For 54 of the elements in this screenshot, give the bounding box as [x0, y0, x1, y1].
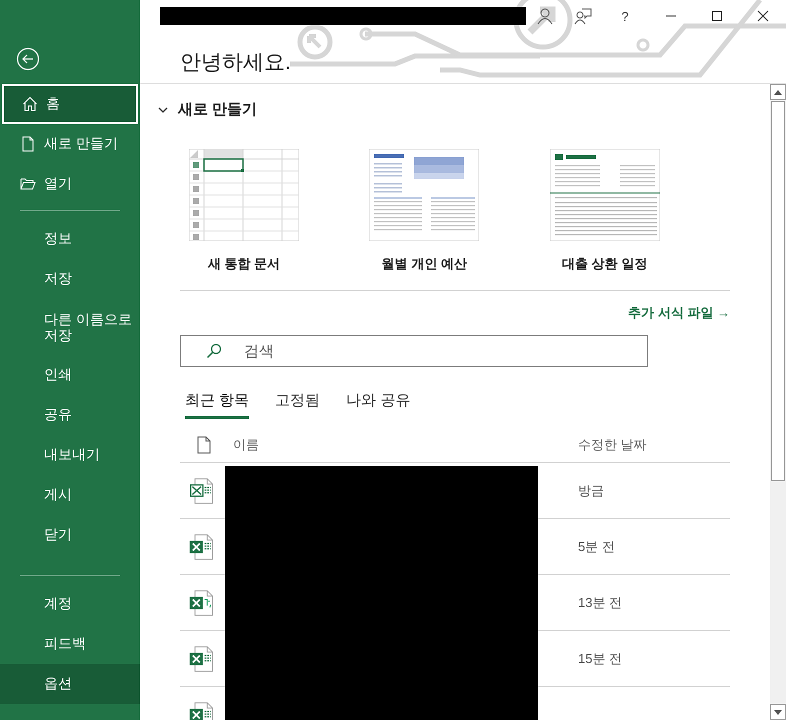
down-arrow-icon — [774, 710, 782, 714]
modified-date: 방금 — [578, 482, 605, 500]
tab[interactable]: 고정됨 — [275, 387, 320, 419]
column-header[interactable]: 수정한 날짜 — [578, 436, 730, 454]
help-button[interactable]: ? — [602, 3, 648, 29]
account-icon[interactable] — [536, 7, 554, 25]
folder-icon — [20, 176, 36, 192]
template-thumbnail[interactable] — [550, 149, 660, 241]
back-icon[interactable] — [16, 47, 40, 71]
sidebar-item[interactable]: 열기 — [0, 164, 140, 204]
sidebar-item[interactable]: 피드백 — [0, 624, 140, 664]
search-icon — [206, 343, 222, 359]
more-templates-link[interactable]: 추가 서식 파일 → — [628, 304, 730, 322]
template-label: 대출 상환 일정 — [561, 255, 648, 273]
modified-date: 5분 전 — [578, 538, 616, 556]
spreadsheet-file-icon — [188, 644, 216, 674]
sidebar-item[interactable]: 옵션 — [0, 664, 140, 704]
greeting-text: 안녕하세요. — [180, 50, 291, 76]
sidebar-item[interactable]: 저장 — [0, 259, 140, 299]
scrollbar-thumb[interactable] — [771, 101, 785, 481]
sidebar-item[interactable]: 다른 이름으로 저장 — [0, 299, 140, 355]
tab[interactable]: 최근 항목 — [185, 387, 250, 419]
spreadsheet-file-icon — [188, 588, 216, 618]
sidebar-item[interactable]: 홈 — [2, 84, 138, 124]
sidebar-item[interactable]: 인쇄 — [0, 355, 140, 395]
maximize-icon — [711, 10, 723, 22]
chevron-icon — [158, 104, 168, 114]
feedback-icon[interactable] — [574, 7, 592, 25]
spreadsheet-file-icon — [188, 476, 216, 506]
search-field[interactable]: 검색 — [180, 335, 648, 367]
spreadsheet-file-icon — [188, 532, 216, 562]
sidebar-item[interactable]: 새로 만들기 — [0, 124, 140, 164]
sidebar-item[interactable]: 정보 — [0, 219, 140, 259]
template-label: 월별 개인 예산 — [380, 255, 468, 273]
tab[interactable]: 나와 공유 — [346, 387, 410, 419]
template-label: 새 통합 문서 — [206, 255, 282, 273]
modified-date: 13분 전 — [578, 594, 624, 612]
template-thumbnail[interactable] — [189, 149, 299, 241]
section-toggle[interactable]: 새로 만들기 — [158, 100, 258, 119]
up-arrow-icon — [774, 90, 782, 94]
scroll-up-button[interactable] — [770, 84, 786, 100]
home-icon — [22, 96, 38, 112]
scroll-down-button[interactable] — [770, 704, 786, 720]
file-icon — [197, 436, 211, 454]
sidebar-item[interactable]: 게시 — [0, 475, 140, 515]
sidebar-item[interactable]: 닫기 — [0, 515, 140, 555]
sidebar-item[interactable]: 계정 — [0, 584, 140, 624]
sidebar-item[interactable]: 내보내기 — [0, 435, 140, 475]
close-icon — [757, 10, 769, 22]
page-icon — [20, 136, 36, 152]
modified-date: 15분 전 — [578, 650, 624, 668]
sidebar-item[interactable]: 공유 — [0, 395, 140, 435]
column-header[interactable]: 이름 — [233, 436, 578, 454]
template-thumbnail[interactable] — [369, 149, 480, 241]
